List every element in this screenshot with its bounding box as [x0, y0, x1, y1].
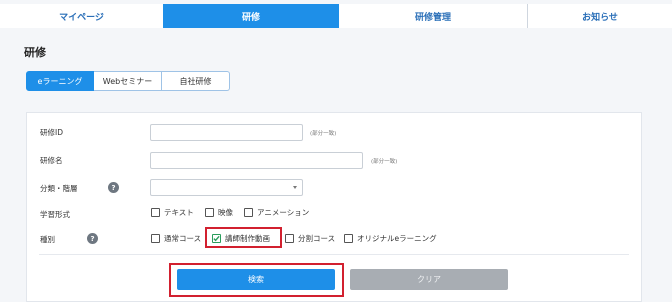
checkbox[interactable]: [205, 208, 214, 217]
format-option-label: アニメーション: [257, 208, 310, 217]
format-option-video[interactable]: 映像: [205, 207, 233, 218]
format-option-animation[interactable]: アニメーション: [244, 207, 309, 218]
tab-elearning[interactable]: eラーニング: [26, 71, 94, 91]
nav-tab-notices[interactable]: お知らせ: [527, 4, 672, 28]
type-option-regular-course[interactable]: 通常コース: [151, 233, 201, 244]
checkbox[interactable]: [285, 234, 294, 243]
tab-webseminar[interactable]: Webセミナー: [94, 71, 162, 91]
format-option-text[interactable]: テキスト: [151, 207, 194, 218]
clear-button[interactable]: クリア: [350, 269, 508, 290]
training-type-tabs: eラーニング Webセミナー 自社研修: [26, 71, 230, 91]
search-panel: 研修ID (部分一致) 研修名 (部分一致) 分類・階層 ? 学習形式 テキスト…: [26, 112, 642, 302]
type-option-label: 通常コース: [164, 234, 202, 243]
question-icon[interactable]: ?: [87, 233, 98, 244]
training-name-hint: (部分一致): [371, 159, 398, 165]
search-button[interactable]: 検索: [177, 269, 335, 290]
type-option-original-elearning[interactable]: オリジナルeラーニング: [344, 233, 437, 244]
divider: [39, 254, 629, 255]
type-label: 種別: [40, 235, 55, 244]
nav-tab-training-management[interactable]: 研修管理: [339, 4, 527, 28]
top-nav: マイページ 研修 研修管理 お知らせ: [0, 0, 672, 34]
checkbox[interactable]: [151, 234, 160, 243]
question-icon[interactable]: ?: [108, 182, 119, 193]
page-title: 研修: [24, 46, 46, 59]
checkbox[interactable]: [244, 208, 253, 217]
format-option-label: 映像: [218, 208, 233, 217]
category-label: 分類・階層: [40, 184, 78, 193]
format-option-label: テキスト: [164, 208, 194, 217]
nav-tab-mypage[interactable]: マイページ: [0, 4, 163, 28]
training-id-label: 研修ID: [40, 128, 63, 137]
highlight-box: [205, 227, 282, 248]
type-option-label: オリジナルeラーニング: [357, 234, 437, 243]
tab-inhouse-training[interactable]: 自社研修: [162, 71, 230, 91]
nav-tab-training[interactable]: 研修: [163, 4, 339, 28]
checkbox[interactable]: [151, 208, 160, 217]
training-name-label: 研修名: [40, 156, 63, 165]
training-name-input[interactable]: [150, 152, 363, 169]
type-option-label: 分割コース: [298, 234, 336, 243]
chevron-down-icon: [293, 186, 297, 189]
training-id-hint: (部分一致): [310, 131, 337, 137]
checkbox[interactable]: [344, 234, 353, 243]
type-option-split-course[interactable]: 分割コース: [285, 233, 335, 244]
learning-format-label: 学習形式: [40, 210, 70, 219]
category-select[interactable]: [150, 179, 303, 196]
training-id-input[interactable]: [150, 124, 303, 141]
